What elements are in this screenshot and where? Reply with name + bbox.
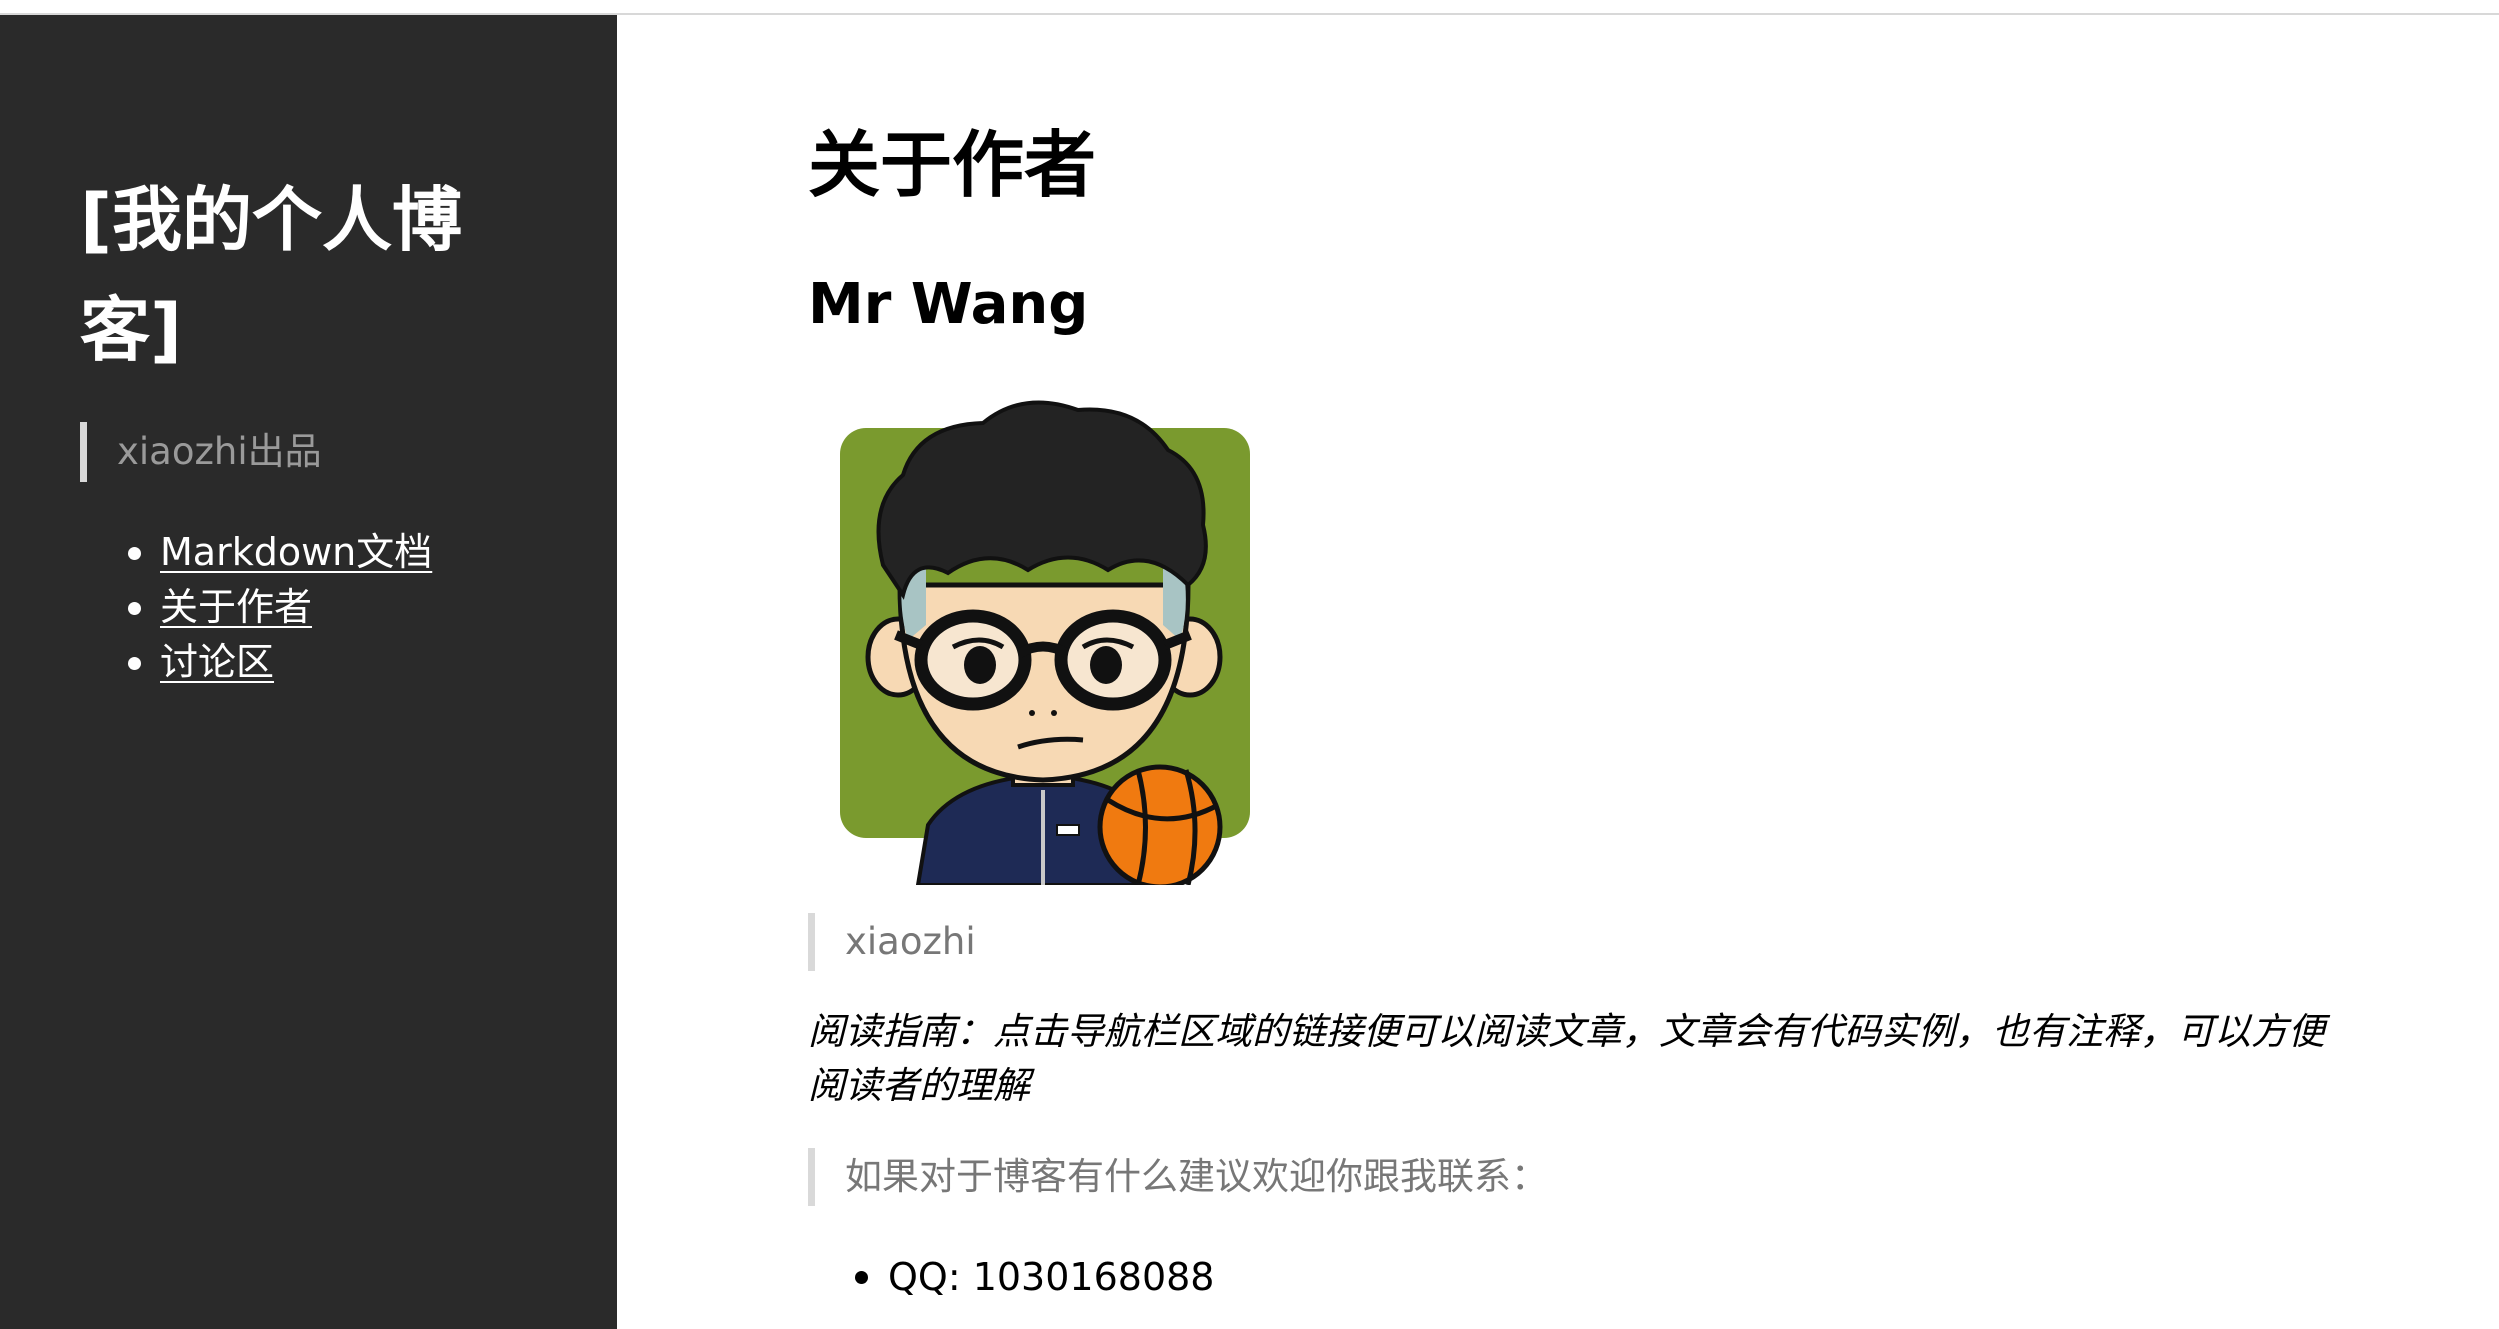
bullet-icon xyxy=(128,547,141,560)
page-title: 关于作者 xyxy=(808,123,1097,207)
bullet-icon xyxy=(855,1271,868,1284)
contact-list: QQ: 1030168088 xyxy=(855,1247,1215,1307)
cartoon-avatar-basketball-icon xyxy=(840,400,1250,885)
sidebar-nav: Markdown文档 关于作者 讨论区 xyxy=(128,525,432,690)
sidebar-nav-item: 关于作者 xyxy=(128,580,432,635)
list-item: QQ: 1030168088 xyxy=(855,1247,1215,1307)
nav-link-markdown-docs[interactable]: Markdown文档 xyxy=(160,530,432,574)
site-subtitle-quote: xiaozhi出品 xyxy=(80,422,322,482)
sidebar: [我的个人博客] xiaozhi出品 Markdown文档 关于作者 讨论区 xyxy=(0,15,617,1329)
contact-intro-quote: 如果对于博客有什么建议欢迎你跟我联系： xyxy=(808,1148,1548,1206)
bullet-icon xyxy=(128,657,141,670)
reading-guide: 阅读指南：点击导航栏区域的链接便可以阅读文章，文章会有代码实例，也有注释，可以方… xyxy=(808,1010,2325,1107)
contact-qq: QQ: 1030168088 xyxy=(888,1255,1215,1299)
sidebar-nav-item: Markdown文档 xyxy=(128,525,432,580)
nav-link-discussion[interactable]: 讨论区 xyxy=(160,640,274,684)
sidebar-nav-item: 讨论区 xyxy=(128,635,432,690)
top-border xyxy=(0,0,2499,15)
nav-link-about-author[interactable]: 关于作者 xyxy=(160,585,312,629)
author-name: Mr Wang xyxy=(808,272,1089,337)
site-title: [我的个人博客] xyxy=(80,179,462,371)
bullet-icon xyxy=(128,602,141,615)
author-quote: xiaozhi xyxy=(808,913,976,971)
